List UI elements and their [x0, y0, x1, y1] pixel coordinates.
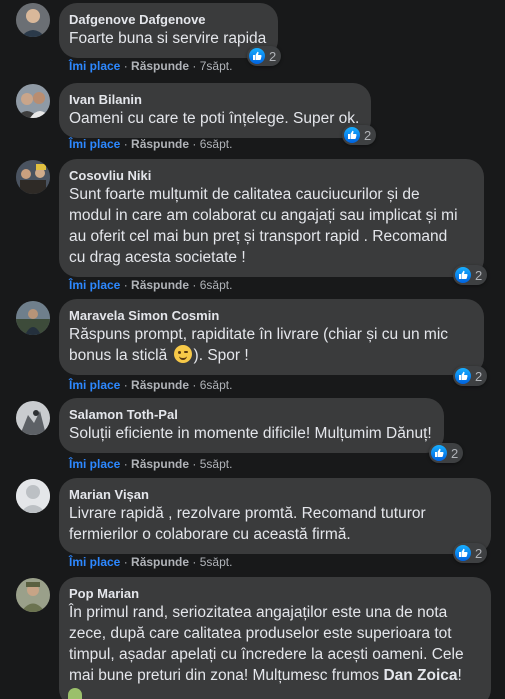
- timestamp[interactable]: 6săpt.: [200, 137, 233, 151]
- timestamp[interactable]: 5săpt.: [200, 457, 233, 471]
- comment-text-line: fermierilor o colaborare cu această firm…: [69, 526, 351, 543]
- thumbs-up-icon: [455, 545, 471, 561]
- reply-button[interactable]: Răspunde: [131, 457, 189, 471]
- emoji-icon: [68, 688, 82, 699]
- comment-text-line: În primul rand, seriozitatea angajaților…: [69, 604, 448, 621]
- mentioned-user[interactable]: Dan Zoica: [383, 667, 457, 684]
- reply-button[interactable]: Răspunde: [131, 137, 189, 151]
- reply-button[interactable]: Răspunde: [131, 59, 189, 73]
- comment-actions: Îmi place · Răspunde · 6săpt.: [69, 137, 233, 151]
- comment-bubble: Ivan Bilanin Oameni cu care te poti înțe…: [59, 83, 372, 138]
- avatar[interactable]: [16, 84, 50, 118]
- comment-actions: Îmi place · Răspunde · 6săpt.: [69, 278, 233, 292]
- comment-text-line: zece, după care calitatea produselor est…: [69, 625, 452, 642]
- comment-text: Oameni cu care te poti înțelege. Super o…: [69, 110, 360, 127]
- reaction-count[interactable]: 2: [453, 366, 488, 386]
- reaction-count[interactable]: 2: [453, 265, 488, 285]
- reaction-count[interactable]: 2: [453, 543, 488, 563]
- comment-text-line: bonus la sticlă ). Spor !: [69, 345, 249, 364]
- reply-button[interactable]: Răspunde: [131, 278, 189, 292]
- timestamp[interactable]: 6săpt.: [200, 278, 233, 292]
- comment-text-line: modul in care am colaborat cu angajați s…: [69, 207, 458, 224]
- thumbs-up-icon: [249, 48, 265, 64]
- reply-button[interactable]: Răspunde: [131, 555, 189, 569]
- comment-text-line: mai bune preturi din zona! Mulțumesc fru…: [69, 667, 462, 684]
- like-button[interactable]: Îmi place: [69, 555, 120, 569]
- avatar[interactable]: [16, 401, 50, 435]
- comment-bubble: Cosovliu Niki Sunt foarte mulțumit de ca…: [59, 159, 484, 277]
- avatar[interactable]: [16, 479, 50, 513]
- reply-button[interactable]: Răspunde: [131, 378, 189, 392]
- reaction-count[interactable]: 2: [342, 125, 377, 145]
- like-button[interactable]: Îmi place: [69, 278, 120, 292]
- comment-text-line: Sunt foarte mulțumit de calitatea cauciu…: [69, 186, 420, 203]
- comment-text-line: Răspuns prompt, rapiditate în livrare (c…: [69, 326, 449, 343]
- comment-author[interactable]: Salamon Toth-Pal: [69, 406, 432, 423]
- timestamp[interactable]: 7săpt.: [200, 59, 233, 73]
- avatar[interactable]: [16, 301, 50, 335]
- thumbs-up-icon: [431, 445, 447, 461]
- comment-text-line: au oferit cel mai bun preț și transport …: [69, 228, 448, 245]
- comment-actions: Îmi place · Răspunde · 5săpt.: [69, 555, 233, 569]
- comment-actions: Îmi place · Răspunde · 6săpt.: [69, 378, 233, 392]
- thumbs-up-icon: [344, 127, 360, 143]
- comment-bubble: Maravela Simon Cosmin Răspuns prompt, ra…: [59, 299, 484, 375]
- comment-text-line: timpul, așadar apelați cu încredere la a…: [69, 646, 464, 663]
- comment-author[interactable]: Dafgenove Dafgenove: [69, 11, 266, 28]
- comment-bubble: Pop Marian În primul rand, seriozitatea …: [59, 577, 491, 699]
- reaction-count[interactable]: 2: [247, 46, 282, 66]
- thumbs-up-icon: [455, 267, 471, 283]
- comment-text: Foarte buna si servire rapida: [69, 30, 267, 47]
- avatar[interactable]: [16, 578, 50, 612]
- comment-actions: Îmi place · Răspunde · 7săpt.: [69, 59, 233, 73]
- like-button[interactable]: Îmi place: [69, 137, 120, 151]
- like-button[interactable]: Îmi place: [69, 378, 120, 392]
- comment-text-line: cu drag acesta societate !: [69, 249, 246, 266]
- comment-author[interactable]: Cosovliu Niki: [69, 167, 472, 184]
- comment-author[interactable]: Maravela Simon Cosmin: [69, 307, 472, 324]
- winking-face-icon: [173, 345, 192, 363]
- thumbs-up-icon: [455, 368, 471, 384]
- comment-text-line: Livrare rapidă , rezolvare promtă. Recom…: [69, 505, 426, 522]
- reaction-count[interactable]: 2: [429, 443, 464, 463]
- comment-actions: Îmi place · Răspunde · 5săpt.: [69, 457, 233, 471]
- avatar[interactable]: [16, 3, 50, 37]
- comment-bubble: Marian Vișan Livrare rapidă , rezolvare …: [59, 478, 491, 554]
- avatar[interactable]: [16, 160, 50, 194]
- comment-author[interactable]: Pop Marian: [69, 585, 479, 602]
- like-button[interactable]: Îmi place: [69, 59, 120, 73]
- comment-author[interactable]: Marian Vișan: [69, 486, 479, 503]
- comment-bubble: Dafgenove Dafgenove Foarte buna si servi…: [59, 3, 279, 58]
- comment-author[interactable]: Ivan Bilanin: [69, 91, 359, 108]
- comment-bubble: Salamon Toth-Pal Soluții eficiente in mo…: [59, 398, 444, 453]
- timestamp[interactable]: 6săpt.: [200, 378, 233, 392]
- timestamp[interactable]: 5săpt.: [200, 555, 233, 569]
- like-button[interactable]: Îmi place: [69, 457, 120, 471]
- comment-text: Soluții eficiente in momente dificile! M…: [69, 425, 432, 442]
